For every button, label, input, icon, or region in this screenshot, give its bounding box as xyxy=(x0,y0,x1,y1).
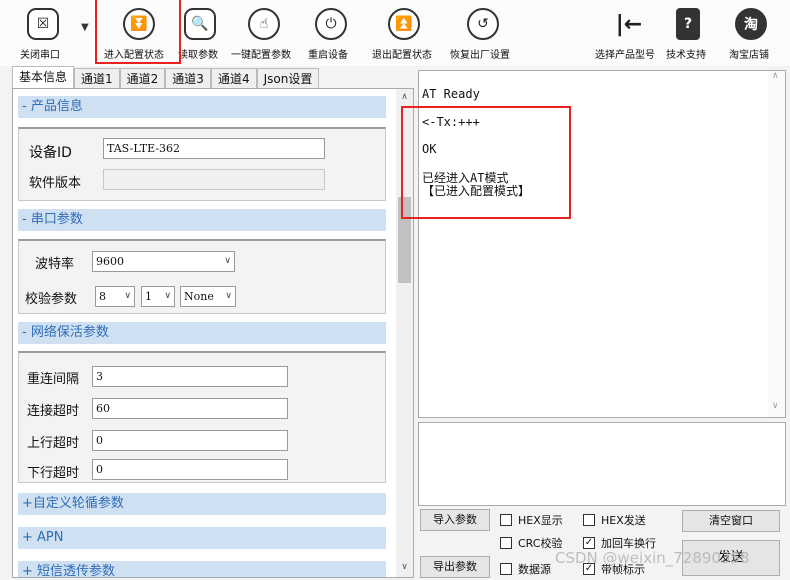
section-apn[interactable]: + APN xyxy=(18,527,386,549)
tech-support-button[interactable]: ? 技术支持 xyxy=(666,0,712,66)
section-product-info[interactable]: - 产品信息 xyxy=(18,96,386,118)
output-scrollbar[interactable]: ∧ ∨ xyxy=(768,71,785,417)
check-icon[interactable]: ✓ xyxy=(583,537,595,549)
downlink-timeout-field[interactable]: 0 xyxy=(92,459,288,480)
section-sms-passthrough[interactable]: + 短信透传参数 xyxy=(18,561,386,577)
power-icon: ⏻ xyxy=(315,8,347,40)
crc-check-checkbox[interactable]: CRC校验 xyxy=(500,535,562,551)
tab-channel3[interactable]: 通道3 xyxy=(165,68,211,88)
firmware-version-field xyxy=(103,169,325,190)
section-custom-poll[interactable]: +自定义轮循参数 xyxy=(18,493,386,515)
reset-icon: ↺ xyxy=(467,8,499,40)
read-params-button[interactable]: 🔍 读取参数 xyxy=(178,0,226,66)
taobao-store-label: 淘宝店铺 xyxy=(729,50,769,61)
tech-support-label: 技术支持 xyxy=(666,50,706,61)
checkbox-box[interactable] xyxy=(500,537,512,549)
taobao-icon: 淘 xyxy=(735,8,767,40)
tab-channel1[interactable]: 通道1 xyxy=(74,68,120,88)
section-serial-params[interactable]: - 串口参数 xyxy=(18,209,386,231)
baud-rate-select[interactable]: 9600 ∨ xyxy=(92,251,235,272)
one-key-config-label: 一键配置参数 xyxy=(231,50,291,61)
hex-display-checkbox[interactable]: HEX显示 xyxy=(500,512,563,528)
chevron-down-icon: ∨ xyxy=(224,256,231,266)
dropdown-arrow-icon[interactable]: ▼ xyxy=(81,22,89,33)
chevron-down-icon: ∨ xyxy=(124,291,131,301)
keepalive-group: 重连间隔 3 连接超时 60 上行超时 0 下行超时 0 xyxy=(18,351,386,483)
download-circle-icon: ⏬ xyxy=(123,8,155,40)
factory-reset-label: 恢复出厂设置 xyxy=(450,50,510,61)
back-to-start-icon: |← xyxy=(615,11,643,37)
scroll-up-icon[interactable]: ∧ xyxy=(772,71,779,81)
log-line: OK xyxy=(422,142,437,156)
left-scrollbar[interactable]: ∧ ∨ xyxy=(396,89,413,577)
select-model-button[interactable]: |← 选择产品型号 xyxy=(595,0,659,66)
uplink-timeout-label: 上行超时 xyxy=(27,436,80,451)
scroll-thumb[interactable] xyxy=(398,197,411,283)
hand-icon: ☝ xyxy=(248,8,280,40)
downlink-timeout-label: 下行超时 xyxy=(27,466,80,481)
tab-strip: 基本信息 通道1 通道2 通道3 通道4 Json设置 xyxy=(12,66,320,88)
connect-timeout-field[interactable]: 60 xyxy=(92,398,288,419)
enter-config-button[interactable]: ⏬ 进入配置状态 xyxy=(100,0,176,66)
tab-channel4[interactable]: 通道4 xyxy=(210,68,257,88)
data-source-checkbox[interactable]: 数据源 xyxy=(500,561,551,577)
uplink-timeout-field[interactable]: 0 xyxy=(92,430,288,451)
scroll-down-icon[interactable]: ∨ xyxy=(772,401,779,411)
output-log[interactable]: AT Ready <-Tx:+++ OK 已经进入AT模式 【已进入配置模式】 … xyxy=(418,70,786,418)
close-port-label: 关闭串口 xyxy=(20,50,60,61)
parity-select[interactable]: None ∨ xyxy=(180,286,236,307)
reconnect-interval-field[interactable]: 3 xyxy=(92,366,288,387)
baud-rate-label: 波特率 xyxy=(35,257,75,272)
tab-basic-info[interactable]: 基本信息 xyxy=(12,66,75,88)
eject-circle-icon: ⏫ xyxy=(388,8,420,40)
firmware-version-label: 软件版本 xyxy=(29,176,82,191)
checkbox-box[interactable] xyxy=(500,563,512,575)
chevron-down-icon: ∨ xyxy=(225,291,232,301)
help-icon: ? xyxy=(676,8,700,40)
hex-send-checkbox[interactable]: HEX发送 xyxy=(583,512,646,528)
exit-config-button[interactable]: ⏫ 退出配置状态 xyxy=(372,0,438,66)
close-box-icon: ☒ xyxy=(27,8,59,40)
data-bits-select[interactable]: 8 ∨ xyxy=(95,286,135,307)
checkbox-box[interactable] xyxy=(500,514,512,526)
exit-config-label: 退出配置状态 xyxy=(372,50,432,61)
scroll-up-icon[interactable]: ∧ xyxy=(396,89,413,105)
factory-reset-button[interactable]: ↺ 恢复出厂设置 xyxy=(450,0,516,66)
watermark: CSDN @weixin_72890358 xyxy=(555,549,750,567)
select-model-label: 选择产品型号 xyxy=(595,50,655,61)
reconnect-interval-label: 重连间隔 xyxy=(27,372,80,387)
import-params-button[interactable]: 导入参数 xyxy=(420,509,490,531)
product-info-group: 设备ID TAS-LTE-362 软件版本 xyxy=(18,127,386,201)
log-line: 【已进入配置模式】 xyxy=(422,184,531,198)
enter-config-label: 进入配置状态 xyxy=(104,50,164,61)
one-key-config-button[interactable]: ☝ 一键配置参数 xyxy=(231,0,301,66)
tab-channel2[interactable]: 通道2 xyxy=(119,68,166,88)
connect-timeout-label: 连接超时 xyxy=(27,404,80,419)
restart-device-label: 重启设备 xyxy=(308,50,348,61)
read-params-label: 读取参数 xyxy=(178,50,218,61)
parity-params-label: 校验参数 xyxy=(25,292,78,307)
device-id-field[interactable]: TAS-LTE-362 xyxy=(103,138,325,159)
close-port-button[interactable]: ☒ 关闭串口 xyxy=(18,0,68,66)
restart-device-button[interactable]: ⏻ 重启设备 xyxy=(306,0,358,66)
clear-window-button[interactable]: 清空窗口 xyxy=(682,510,780,532)
checkbox-box[interactable] xyxy=(583,514,595,526)
stop-bits-select[interactable]: 1 ∨ xyxy=(141,286,175,307)
read-params-icon: 🔍 xyxy=(184,8,216,40)
log-line: AT Ready xyxy=(422,87,480,101)
device-id-label: 设备ID xyxy=(29,145,72,161)
toolbar: ☒ 关闭串口 ▼ ⏬ 进入配置状态 🔍 读取参数 ☝ 一键配置参数 ⏻ 重启设备… xyxy=(0,0,790,66)
tab-json-settings[interactable]: Json设置 xyxy=(256,68,320,88)
send-input[interactable] xyxy=(418,422,786,506)
serial-params-group: 波特率 9600 ∨ 校验参数 8 ∨ 1 ∨ None ∨ xyxy=(18,239,386,314)
export-params-button[interactable]: 导出参数 xyxy=(420,556,490,578)
scroll-down-icon[interactable]: ∨ xyxy=(396,559,413,575)
taobao-store-button[interactable]: 淘 淘宝店铺 xyxy=(728,0,774,66)
settings-panel: - 产品信息 设备ID TAS-LTE-362 软件版本 - 串口参数 波特率 … xyxy=(12,88,414,578)
log-line: <-Tx:+++ xyxy=(422,115,480,129)
chevron-down-icon: ∨ xyxy=(164,291,171,301)
section-keepalive[interactable]: - 网络保活参数 xyxy=(18,322,386,344)
